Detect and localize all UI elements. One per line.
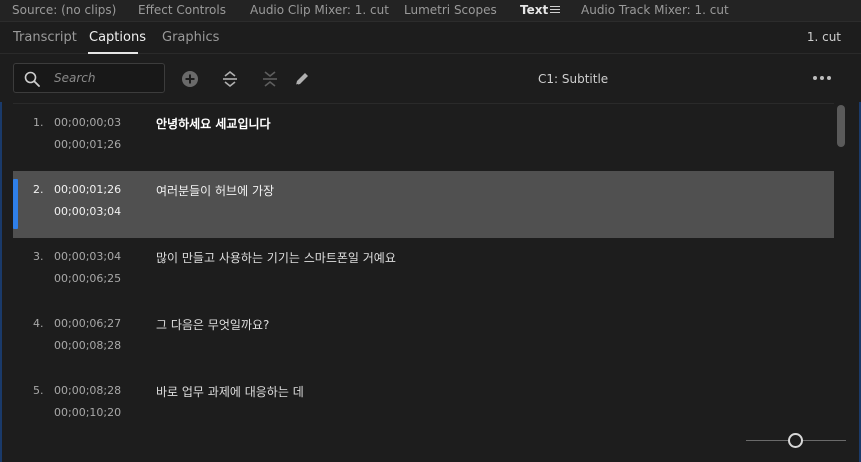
panel-menu-icon[interactable] [550, 4, 560, 14]
tab-captions[interactable]: Captions [89, 30, 146, 45]
selection-indicator [13, 179, 18, 229]
tab-effect-controls[interactable]: Effect Controls [138, 3, 226, 17]
caption-row[interactable]: 3. 00;00;03;04 00;00;06;25 많이 만들고 사용하는 기… [13, 238, 834, 305]
caption-text[interactable]: 안녕하세요 세교입니다 [156, 115, 271, 132]
add-caption-icon[interactable] [180, 69, 200, 89]
search-box[interactable] [13, 63, 165, 93]
more-options-icon[interactable] [813, 76, 831, 82]
caption-row[interactable]: 4. 00;00;06;27 00;00;08;28 그 다음은 무엇일까요? [13, 305, 834, 372]
caption-list-scrollbar[interactable] [834, 103, 848, 433]
caption-out-timecode[interactable]: 00;00;10;20 [54, 406, 121, 419]
tab-lumetri-scopes[interactable]: Lumetri Scopes [404, 3, 497, 17]
caption-in-timecode[interactable]: 00;00;08;28 [54, 384, 121, 397]
tab-transcript[interactable]: Transcript [13, 30, 77, 45]
caption-list: 1. 00;00;00;03 00;00;01;26 안녕하세요 세교입니다 2… [13, 103, 834, 433]
pencil-icon[interactable] [292, 69, 312, 89]
caption-out-timecode[interactable]: 00;00;01;26 [54, 138, 121, 151]
text-panel-subtabs: Transcript Captions Graphics 1. cut [0, 22, 861, 54]
caption-out-timecode[interactable]: 00;00;03;04 [54, 205, 121, 218]
zoom-slider[interactable] [746, 430, 846, 452]
caption-out-timecode[interactable]: 00;00;06;25 [54, 272, 121, 285]
tab-source[interactable]: Source: (no clips) [12, 3, 116, 17]
caption-text[interactable]: 바로 업무 과제에 대응하는 데 [156, 383, 304, 400]
caption-track-label: C1: Subtitle [538, 72, 609, 86]
search-icon [24, 71, 40, 87]
caption-number: 1. [33, 116, 44, 129]
caption-text[interactable]: 그 다음은 무엇일까요? [156, 316, 269, 333]
caption-row-selected[interactable]: 2. 00;00;01;26 00;00;03;04 여러분들이 허브에 가장 [13, 171, 834, 238]
caption-in-timecode[interactable]: 00;00;00;03 [54, 116, 121, 129]
scrollbar-thumb[interactable] [837, 105, 845, 147]
caption-row[interactable]: 5. 00;00;08;28 00;00;10;20 바로 업무 과제에 대응하… [13, 372, 834, 433]
tab-graphics[interactable]: Graphics [162, 30, 219, 45]
caption-out-timecode[interactable]: 00;00;08;28 [54, 339, 121, 352]
captions-toolbar: C1: Subtitle [0, 54, 861, 102]
tab-audio-clip-mixer[interactable]: Audio Clip Mixer: 1. cut [250, 3, 389, 17]
caption-number: 2. [33, 183, 44, 196]
zoom-slider-knob[interactable] [788, 433, 803, 448]
split-caption-icon[interactable] [220, 69, 240, 89]
tab-audio-track-mixer[interactable]: Audio Track Mixer: 1. cut [581, 3, 729, 17]
tab-text[interactable]: Text [520, 3, 548, 17]
caption-row[interactable]: 1. 00;00;00;03 00;00;01;26 안녕하세요 세교입니다 [13, 104, 834, 171]
sequence-name: 1. cut [806, 30, 841, 44]
caption-in-timecode[interactable]: 00;00;06;27 [54, 317, 121, 330]
panel-tab-bar: Source: (no clips) Effect Controls Audio… [0, 0, 861, 22]
caption-text[interactable]: 여러분들이 허브에 가장 [156, 182, 274, 199]
caption-text[interactable]: 많이 만들고 사용하는 기기는 스마트폰일 거예요 [156, 249, 396, 266]
merge-captions-icon[interactable] [260, 69, 280, 89]
search-input[interactable] [54, 69, 159, 87]
caption-number: 3. [33, 250, 44, 263]
caption-in-timecode[interactable]: 00;00;03;04 [54, 250, 121, 263]
caption-in-timecode[interactable]: 00;00;01;26 [54, 183, 121, 196]
caption-number: 4. [33, 317, 44, 330]
caption-number: 5. [33, 384, 44, 397]
